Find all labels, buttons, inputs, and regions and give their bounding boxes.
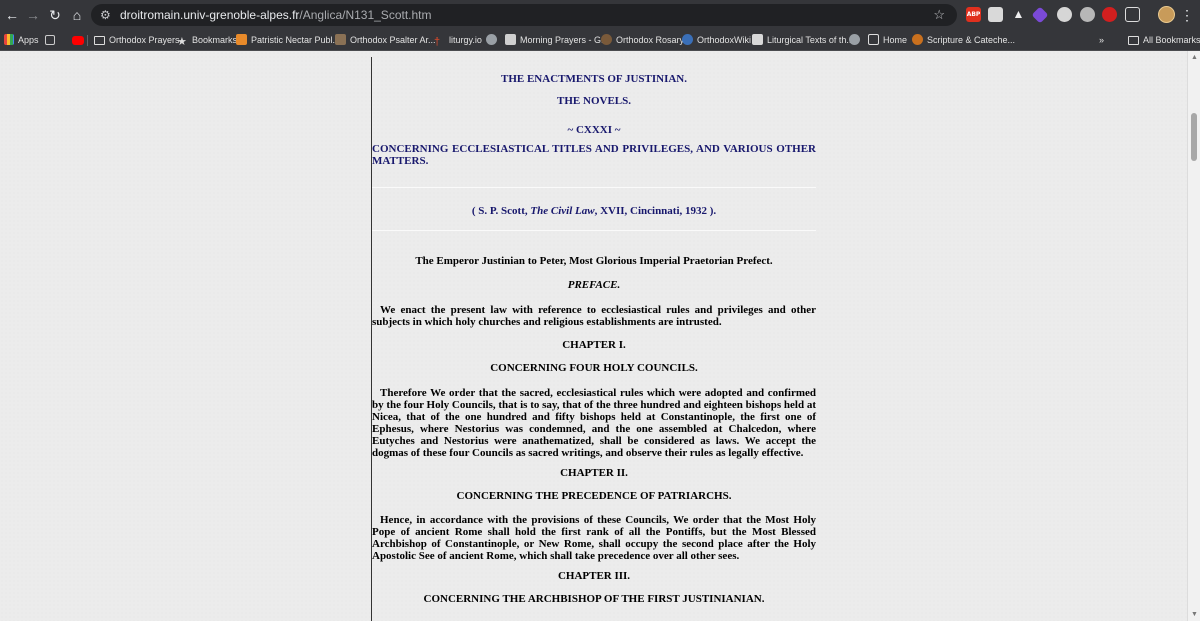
bookmark-tab-groups[interactable] (45, 33, 59, 48)
bookmark-label: Patristic Nectar Publ... (251, 35, 341, 45)
doc-title: THE ENACTMENTS OF JUSTINIAN. (500, 73, 687, 85)
bookmark-label: Orthodox Rosary (616, 35, 685, 45)
chapter-text: Hence, in accordance with the provisions… (372, 514, 816, 562)
url-text[interactable]: droitromain.univ-grenoble-alpes.fr/Angli… (120, 8, 432, 22)
bookmark-item[interactable]: Morning Prayers - G... (505, 33, 609, 48)
globe-icon (849, 34, 860, 45)
bookmark-label: Apps (18, 35, 39, 45)
citation-title: The Civil Law (530, 205, 595, 217)
all-bookmarks-button[interactable]: All Bookmarks (1128, 33, 1200, 48)
novel-number: ~ CXXXI ~ (567, 124, 621, 136)
adblock-plus-icon[interactable]: ABP (966, 7, 981, 22)
bookmark-item[interactable]: Orthodox Psalter Ar... (335, 33, 436, 48)
divider (372, 187, 816, 188)
bookmark-label: All Bookmarks (1143, 35, 1200, 45)
scroll-down-icon[interactable]: ▼ (1191, 611, 1198, 618)
site-info-icon[interactable]: ⚙ (100, 7, 111, 23)
bookmarks-bar: Apps Orthodox Prayers ★ Bookmarks Patrist… (0, 30, 1200, 51)
site-favicon (601, 34, 612, 45)
back-icon[interactable]: ← (2, 5, 22, 25)
cross-icon: † (434, 36, 441, 48)
bookmark-item[interactable]: Orthodox Rosary (601, 33, 684, 48)
preface-text: We enact the present law with reference … (372, 304, 816, 328)
home-icon[interactable]: ⌂ (67, 5, 87, 25)
bookmark-item[interactable]: Orthodox Prayers (94, 33, 180, 48)
extension-icon-5[interactable] (1057, 7, 1072, 22)
vertical-scrollbar[interactable]: ▲ ▼ (1187, 51, 1200, 621)
bookmark-item[interactable]: Patristic Nectar Publ... (236, 33, 340, 48)
chapter-heading: CHAPTER II. (560, 467, 628, 479)
bookmark-item[interactable]: Liturgical Texts of th... (752, 33, 854, 48)
site-favicon (912, 34, 923, 45)
bookmarks-overflow-button[interactable]: » (1099, 33, 1104, 48)
bookmark-label: Morning Prayers - G... (520, 35, 609, 45)
tab-groups-icon (45, 35, 55, 45)
address-bar[interactable]: ⚙ droitromain.univ-grenoble-alpes.fr/Ang… (91, 4, 957, 26)
preface-heading: PREFACE. (372, 279, 816, 291)
bookmark-item[interactable]: Scripture & Cateche... (912, 33, 1015, 48)
page-viewport[interactable]: THE ENACTMENTS OF JUSTINIAN. THE NOVELS.… (0, 51, 1200, 621)
star-icon: ★ (177, 36, 187, 48)
divider (372, 230, 816, 231)
url-host: droitromain.univ-grenoble-alpes.fr (120, 8, 300, 22)
bookmark-label: Home (883, 35, 908, 45)
source-citation: ( S. P. Scott, The Civil Law, XVII, Cinc… (372, 205, 816, 217)
reload-icon[interactable]: ↻ (45, 5, 65, 25)
site-favicon (335, 34, 346, 45)
scroll-up-icon[interactable]: ▲ (1191, 54, 1198, 61)
bookmark-label: Orthodox Prayers (109, 35, 180, 45)
bookmark-item[interactable]: Home (868, 33, 907, 48)
youtube-icon (72, 36, 84, 45)
extension-icon-7[interactable] (1102, 7, 1117, 22)
folder-icon (1128, 36, 1139, 45)
citation-text: , XVII, Cincinnati, 1932 ). (594, 205, 717, 217)
extension-icon-3[interactable]: ▲ (1011, 7, 1026, 22)
bookmark-item[interactable]: † liturgy.io (434, 33, 482, 48)
globe-icon (486, 34, 497, 45)
bookmark-item[interactable] (486, 33, 501, 48)
bookmark-apps[interactable]: Apps (4, 33, 39, 48)
bookmark-label: Bookmarks (192, 35, 238, 45)
browser-toolbar: ← → ↻ ⌂ ⚙ droitromain.univ-grenoble-alpe… (0, 0, 1200, 30)
extension-icon-4[interactable] (1031, 6, 1049, 24)
menu-icon[interactable]: ⋮ (1180, 5, 1194, 25)
scrollbar-thumb[interactable] (1191, 113, 1197, 161)
bookmark-label: Orthodox Psalter Ar... (350, 35, 436, 45)
extension-icon-2[interactable] (988, 7, 1003, 22)
bookmark-item[interactable] (849, 33, 864, 48)
forward-icon[interactable]: → (23, 5, 43, 25)
chapter-heading: CHAPTER III. (557, 570, 631, 582)
bookmark-label: OrthodoxWiki (697, 35, 752, 45)
bookmark-label: liturgy.io (449, 35, 482, 45)
site-favicon (236, 34, 247, 45)
bookmark-youtube[interactable] (72, 33, 88, 48)
address-line: The Emperor Justinian to Peter, Most Glo… (415, 255, 773, 267)
chapter-text: Therefore We order that the sacred, eccl… (372, 387, 816, 459)
apps-grid-icon (4, 34, 14, 45)
profile-avatar[interactable] (1158, 6, 1175, 23)
extensions-puzzle-icon[interactable] (1125, 7, 1140, 22)
bookmark-label: Liturgical Texts of th... (767, 35, 854, 45)
site-favicon (752, 34, 763, 45)
bookmark-item[interactable]: ★ Bookmarks (177, 33, 237, 48)
chapter-title: CONCERNING THE PRECEDENCE OF PATRIARCHS. (456, 490, 732, 502)
preface-label: PREFACE. (567, 279, 621, 291)
citation-text: ( S. P. Scott, (471, 205, 531, 217)
folder-icon (94, 36, 105, 45)
bookmark-star-icon[interactable]: ☆ (933, 7, 945, 23)
bookmark-item[interactable]: OrthodoxWiki (682, 33, 751, 48)
chapter-title: CONCERNING FOUR HOLY COUNCILS. (490, 362, 698, 374)
novel-subject: CONCERNING ECCLESIASTICAL TITLES AND PRI… (372, 143, 816, 167)
extension-icon-6[interactable] (1080, 7, 1095, 22)
book-icon (868, 34, 879, 45)
url-path: /Anglica/N131_Scott.htm (299, 8, 432, 22)
bookmark-label: Scripture & Cateche... (927, 35, 1016, 45)
site-favicon (505, 34, 516, 45)
chapter-heading: CHAPTER I. (562, 339, 626, 351)
chapter-title: CONCERNING THE ARCHBISHOP OF THE FIRST J… (423, 593, 765, 605)
site-favicon (682, 34, 693, 45)
doc-subtitle: THE NOVELS. (557, 95, 631, 107)
